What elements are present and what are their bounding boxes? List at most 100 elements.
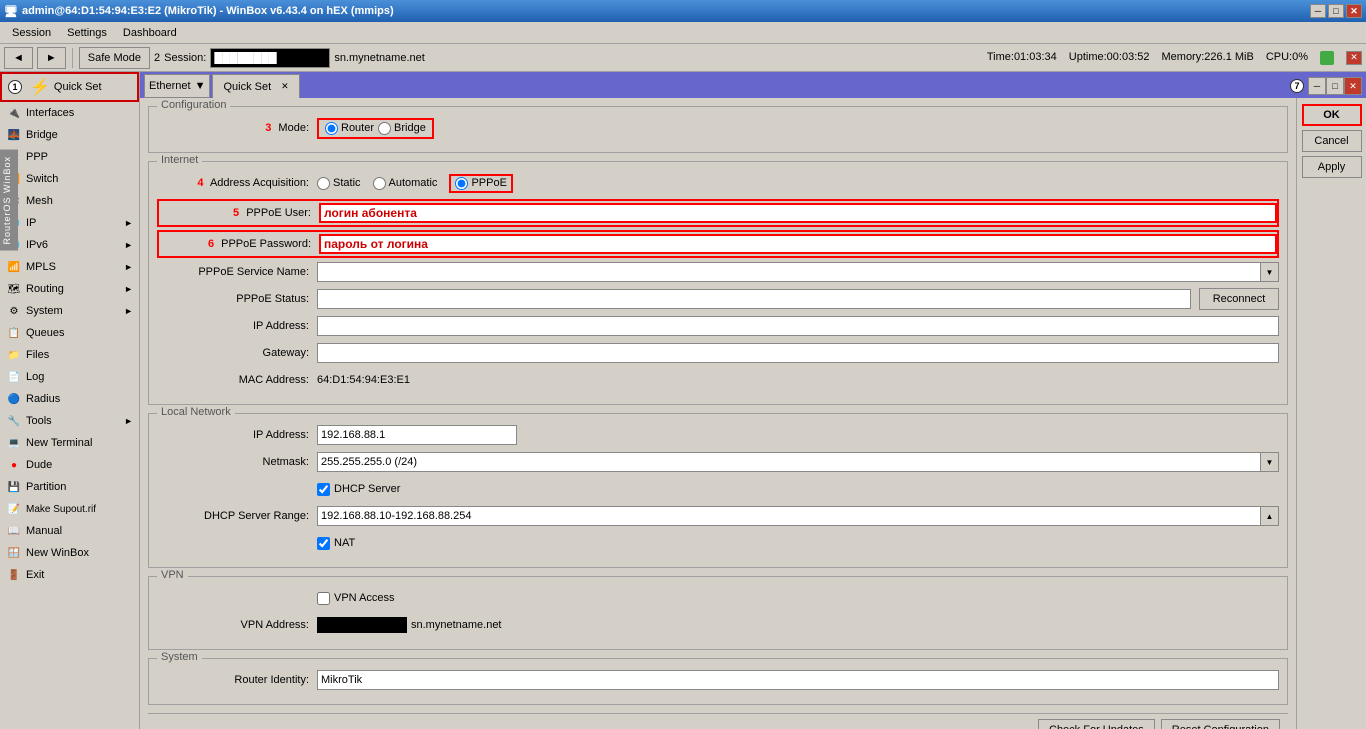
addr-automatic-label: Automatic <box>389 177 438 189</box>
sidebar-item-exit[interactable]: 🚪 Exit <box>0 564 139 586</box>
title-bar: 🖥 admin@64:D1:54:94:E3:E2 (MikroTik) - W… <box>0 0 1366 22</box>
addr-acq-options: Static Automatic PPPoE <box>317 174 513 193</box>
sidebar-item-new-winbox[interactable]: 🪟 New WinBox <box>0 542 139 564</box>
reset-config-button[interactable]: Reset Configuration <box>1161 719 1280 729</box>
sidebar-item-label: Radius <box>26 393 60 405</box>
pppoe-service-input[interactable] <box>317 262 1261 282</box>
mode-router-input[interactable] <box>325 122 338 135</box>
sidebar-item-make-supout[interactable]: 📝 Make Supout.rif <box>0 498 139 520</box>
sidebar-item-manual[interactable]: 📖 Manual <box>0 520 139 542</box>
sidebar-item-partition[interactable]: 💾 Partition <box>0 476 139 498</box>
sidebar-item-ppp[interactable]: 📡 PPP <box>0 146 139 168</box>
dhcp-range-scroll-up[interactable]: ▲ <box>1261 506 1279 526</box>
tab-quickset[interactable]: Quick Set ✕ <box>212 74 299 98</box>
cancel-button[interactable]: Cancel <box>1302 130 1362 152</box>
addr-static-radio[interactable]: Static <box>317 177 361 190</box>
session-input[interactable] <box>210 48 330 68</box>
safe-mode-button[interactable]: Safe Mode <box>79 47 150 69</box>
internet-ip-input[interactable] <box>317 316 1279 336</box>
ip-arrow: ► <box>124 218 133 228</box>
sidebar-item-system[interactable]: ⚙ System ► <box>0 300 139 322</box>
forward-button[interactable]: ► <box>37 47 66 69</box>
back-button[interactable]: ◄ <box>4 47 33 69</box>
configuration-section: Configuration 3 Mode: Router <box>148 106 1288 153</box>
reconnect-button[interactable]: Reconnect <box>1199 288 1279 310</box>
nat-checkbox[interactable] <box>317 537 330 550</box>
addr-static-input[interactable] <box>317 177 330 190</box>
pppoe-pass-input[interactable] <box>319 234 1277 254</box>
menu-settings[interactable]: Settings <box>59 25 115 41</box>
close-button[interactable]: ✕ <box>1346 4 1362 18</box>
sidebar-item-mesh[interactable]: 🕸 Mesh <box>0 190 139 212</box>
mode-label: 3 Mode: <box>157 122 317 134</box>
dhcp-range-input[interactable] <box>317 506 1261 526</box>
addr-automatic-radio[interactable]: Automatic <box>373 177 438 190</box>
interfaces-icon: 🔌 <box>6 105 22 121</box>
addr-automatic-input[interactable] <box>373 177 386 190</box>
ok-button[interactable]: OK <box>1302 104 1362 126</box>
toolbar-close-btn[interactable]: ✕ <box>1346 51 1362 65</box>
addr-pppoe-radio[interactable]: PPPoE <box>455 177 506 190</box>
apply-button[interactable]: Apply <box>1302 156 1362 178</box>
vpn-access-checkbox-label[interactable]: VPN Access <box>317 592 395 605</box>
tab-close-icon[interactable]: ✕ <box>281 81 289 92</box>
sidebar-item-label: IP <box>26 217 36 229</box>
mode-router-radio[interactable]: Router <box>325 122 374 135</box>
sidebar-item-bridge[interactable]: 🌉 Bridge <box>0 124 139 146</box>
netmask-dropdown-btn[interactable]: ▼ <box>1261 452 1279 472</box>
pppoe-service-dropdown-btn[interactable]: ▼ <box>1261 262 1279 282</box>
maximize-button[interactable]: □ <box>1328 4 1344 18</box>
vpn-address-label: VPN Address: <box>157 619 317 631</box>
exit-icon: 🚪 <box>6 567 22 583</box>
nat-checkbox-label[interactable]: NAT <box>317 537 355 550</box>
sidebar-item-ip[interactable]: 🌐 IP ► <box>0 212 139 234</box>
tools-icon: 🔧 <box>6 413 22 429</box>
vpn-access-checkbox[interactable] <box>317 592 330 605</box>
menu-dashboard[interactable]: Dashboard <box>115 25 185 41</box>
sidebar-item-ipv6[interactable]: 🌐 IPv6 ► <box>0 234 139 256</box>
sidebar-item-radius[interactable]: 🔵 Radius <box>0 388 139 410</box>
session-label: Session: <box>164 52 206 64</box>
pppoe-service-label: PPPoE Service Name: <box>157 266 317 278</box>
router-identity-input[interactable] <box>317 670 1279 690</box>
sidebar-item-mpls[interactable]: 📶 MPLS ► <box>0 256 139 278</box>
tab-dropdown-ethernet[interactable]: Ethernet ▼ <box>144 74 210 98</box>
addr-pppoe-input[interactable] <box>455 177 468 190</box>
sidebar-item-routing[interactable]: 🗺 Routing ► <box>0 278 139 300</box>
sidebar-item-label: Make Supout.rif <box>26 504 96 515</box>
tab-minimize-btn[interactable]: ─ <box>1308 77 1326 95</box>
sidebar-item-tools[interactable]: 🔧 Tools ► <box>0 410 139 432</box>
sidebar-item-label: Files <box>26 349 49 361</box>
tab-maximize-btn[interactable]: □ <box>1326 77 1344 95</box>
sidebar-item-label: Log <box>26 371 44 383</box>
gateway-input[interactable] <box>317 343 1279 363</box>
check-updates-button[interactable]: Check For Updates <box>1038 719 1155 729</box>
sidebar-item-switch[interactable]: 🔀 Switch <box>0 168 139 190</box>
local-ip-input[interactable] <box>317 425 517 445</box>
tab-close-btn[interactable]: ✕ <box>1344 77 1362 95</box>
tab-title: Quick Set <box>223 81 271 93</box>
dhcp-server-checkbox[interactable] <box>317 483 330 496</box>
safe-mode-label: Safe Mode <box>88 52 141 64</box>
pppoe-user-input[interactable] <box>319 203 1277 223</box>
routeros-side-label: RouterOS WinBox <box>0 150 18 251</box>
sidebar-item-new-terminal[interactable]: 💻 New Terminal <box>0 432 139 454</box>
sidebar-item-log[interactable]: 📄 Log <box>0 366 139 388</box>
router-identity-row: Router Identity: <box>157 669 1279 691</box>
memory-display: Memory:226.1 MiB <box>1162 51 1254 65</box>
sidebar-item-files[interactable]: 📁 Files <box>0 344 139 366</box>
sidebar-item-interfaces[interactable]: 🔌 Interfaces <box>0 102 139 124</box>
sidebar-item-label: Mesh <box>26 195 53 207</box>
dhcp-server-checkbox-label[interactable]: DHCP Server <box>317 483 400 496</box>
ann-7: 7 <box>1290 79 1304 93</box>
mode-bridge-radio[interactable]: Bridge <box>378 122 426 135</box>
sidebar-item-quickset[interactable]: 1 ⚡ Quick Set <box>0 72 139 102</box>
system-arrow: ► <box>124 306 133 316</box>
netmask-input[interactable] <box>317 452 1261 472</box>
sidebar-item-dude[interactable]: ● Dude <box>0 454 139 476</box>
mode-bridge-input[interactable] <box>378 122 391 135</box>
menu-session[interactable]: Session <box>4 25 59 41</box>
sidebar-item-queues[interactable]: 📋 Queues <box>0 322 139 344</box>
minimize-button[interactable]: ─ <box>1310 4 1326 18</box>
sidebar: 1 ⚡ Quick Set 🔌 Interfaces 🌉 Bridge 📡 PP… <box>0 72 140 729</box>
